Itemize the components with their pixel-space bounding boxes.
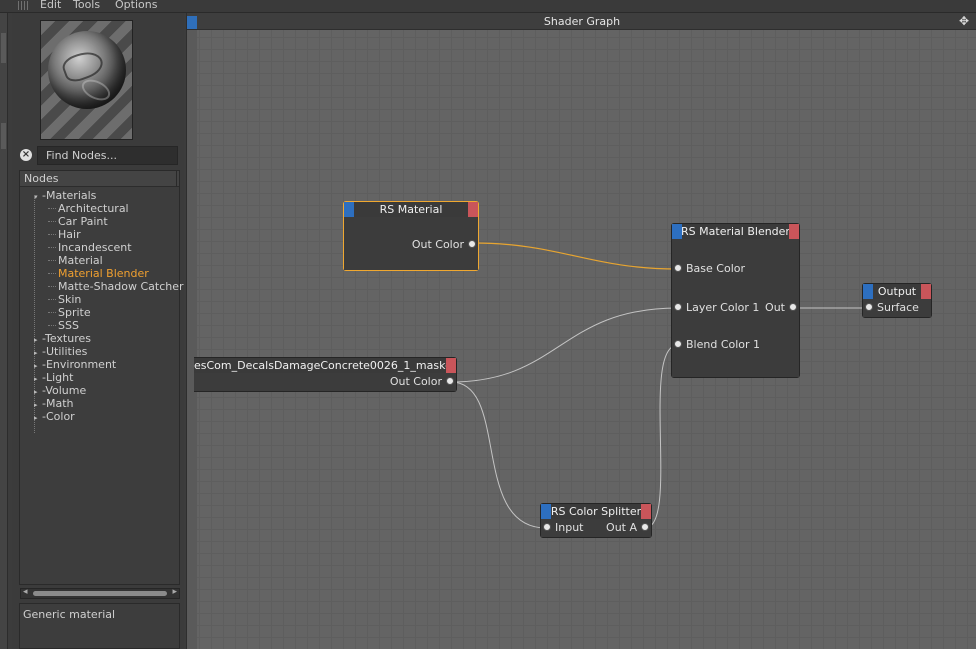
- dock-handle[interactable]: [1, 123, 6, 149]
- scroll-right-icon[interactable]: ▸: [172, 587, 177, 597]
- tree-item-material[interactable]: Material: [48, 254, 103, 267]
- menu-bar: Edit Tools Options: [0, 0, 976, 13]
- tree-category-utilities[interactable]: ▸ -Utilities: [34, 345, 87, 358]
- left-dock-strip: [0, 13, 8, 649]
- tree-category-math[interactable]: ▸ -Math: [34, 397, 74, 410]
- tree-item-matte-shadow-catcher[interactable]: Matte-Shadow Catcher: [48, 280, 184, 293]
- port-label-out-color: Out Color: [411, 238, 464, 251]
- tree-item-material-blender[interactable]: Material Blender: [48, 267, 149, 280]
- output-port-out-a[interactable]: [641, 523, 649, 531]
- expand-icon[interactable]: ▸: [34, 412, 42, 425]
- material-preview: [40, 20, 133, 140]
- graph-title: Shader Graph: [543, 15, 621, 28]
- node-header[interactable]: RS Material Blender: [672, 224, 799, 239]
- output-port-out[interactable]: [789, 303, 797, 311]
- menu-edit[interactable]: Edit: [40, 0, 61, 11]
- tree-category-textures[interactable]: ▸ -Textures: [34, 332, 91, 345]
- tree-item-sprite[interactable]: Sprite: [48, 306, 91, 319]
- move-icon[interactable]: ✥: [957, 14, 971, 28]
- port-label-layer-color-1: Layer Color 1: [686, 301, 760, 314]
- node-rs-color-splitter[interactable]: RS Color Splitter Input Out A: [540, 503, 652, 538]
- tree-category-label: Materials: [45, 189, 97, 202]
- node-header[interactable]: RS Color Splitter: [541, 504, 651, 519]
- port-label-blend-color-1: Blend Color 1: [686, 338, 761, 351]
- menu-tools[interactable]: Tools: [73, 0, 100, 11]
- node-title: Output: [877, 285, 917, 298]
- node-search: ×: [20, 146, 180, 166]
- tree-category-environment[interactable]: ▸ -Environment: [34, 358, 116, 371]
- tree-category-color[interactable]: ▸ -Color: [34, 410, 75, 423]
- graph-title-bar: Shader Graph ✥: [187, 13, 976, 30]
- find-nodes-input[interactable]: [37, 146, 178, 165]
- menubar-grip-icon[interactable]: [18, 1, 30, 10]
- input-port-surface[interactable]: [865, 303, 873, 311]
- tree-category-volume[interactable]: ▸ -Volume: [34, 384, 86, 397]
- node-title: RS Material: [379, 203, 443, 216]
- port-label-out-a: Out A: [606, 521, 637, 534]
- scroll-left-icon[interactable]: ◂: [23, 587, 28, 597]
- tree-item-skin[interactable]: Skin: [47, 293, 81, 306]
- port-label-out: Out: [765, 301, 785, 314]
- node-description: Generic material: [19, 603, 180, 649]
- node-title: RS Material Blender: [681, 225, 790, 238]
- description-text: Generic material: [23, 608, 116, 621]
- tree-category-light[interactable]: ▸ -Light: [34, 371, 73, 384]
- tree-header: Nodes: [20, 171, 179, 187]
- tree-item-car-paint[interactable]: Car Paint: [48, 215, 108, 228]
- tree-item-sss[interactable]: SSS: [48, 319, 79, 332]
- panel-corner-icon[interactable]: [187, 16, 197, 29]
- node-rs-material-blender[interactable]: RS Material Blender Base Color Layer Col…: [671, 223, 800, 378]
- collapse-icon[interactable]: ▾: [34, 191, 42, 204]
- tree-item-hair[interactable]: Hair: [48, 228, 81, 241]
- tree-item-architectural[interactable]: Architectural: [48, 202, 129, 215]
- node-tree: Nodes ▾ -Materials Architectural Car Pain…: [19, 170, 184, 585]
- dock-handle[interactable]: [1, 33, 6, 63]
- shader-graph-canvas[interactable]: Shader Graph ✥: [186, 13, 976, 649]
- port-label-input: Input: [555, 521, 584, 534]
- port-label-out-color: Out Color: [389, 375, 442, 388]
- clear-search-icon[interactable]: ×: [20, 149, 32, 161]
- port-label-base-color: Base Color: [686, 262, 746, 275]
- input-port-layer-color-1[interactable]: [674, 303, 682, 311]
- input-port-input[interactable]: [543, 523, 551, 531]
- output-port-out-color[interactable]: [446, 377, 454, 385]
- node-header[interactable]: RS Material: [344, 202, 478, 217]
- port-label-surface: Surface: [877, 301, 919, 314]
- tree-horizontal-scrollbar[interactable]: ◂ ▸: [20, 587, 180, 599]
- tree-header-label: Nodes: [24, 172, 59, 185]
- node-output[interactable]: Output Surface: [862, 283, 932, 318]
- node-title: RS Color Splitter: [550, 505, 642, 518]
- input-port-blend-color-1[interactable]: [674, 340, 682, 348]
- input-port-base-color[interactable]: [674, 264, 682, 272]
- output-port-out-color[interactable]: [468, 240, 476, 248]
- node-rs-material[interactable]: RS Material Out Color: [343, 201, 479, 271]
- tree-category-materials[interactable]: ▾ -Materials: [34, 189, 96, 202]
- tree-item-incandescent[interactable]: Incandescent: [48, 241, 132, 254]
- scrollbar-thumb[interactable]: [33, 591, 167, 596]
- node-title: esCom_DecalsDamageConcrete0026_1_masked_…: [194, 359, 456, 372]
- node-header[interactable]: Output: [863, 284, 931, 299]
- menu-options[interactable]: Options: [115, 0, 157, 11]
- node-texture[interactable]: esCom_DecalsDamageConcrete0026_1_masked_…: [194, 357, 457, 392]
- node-header[interactable]: esCom_DecalsDamageConcrete0026_1_masked_…: [194, 358, 456, 373]
